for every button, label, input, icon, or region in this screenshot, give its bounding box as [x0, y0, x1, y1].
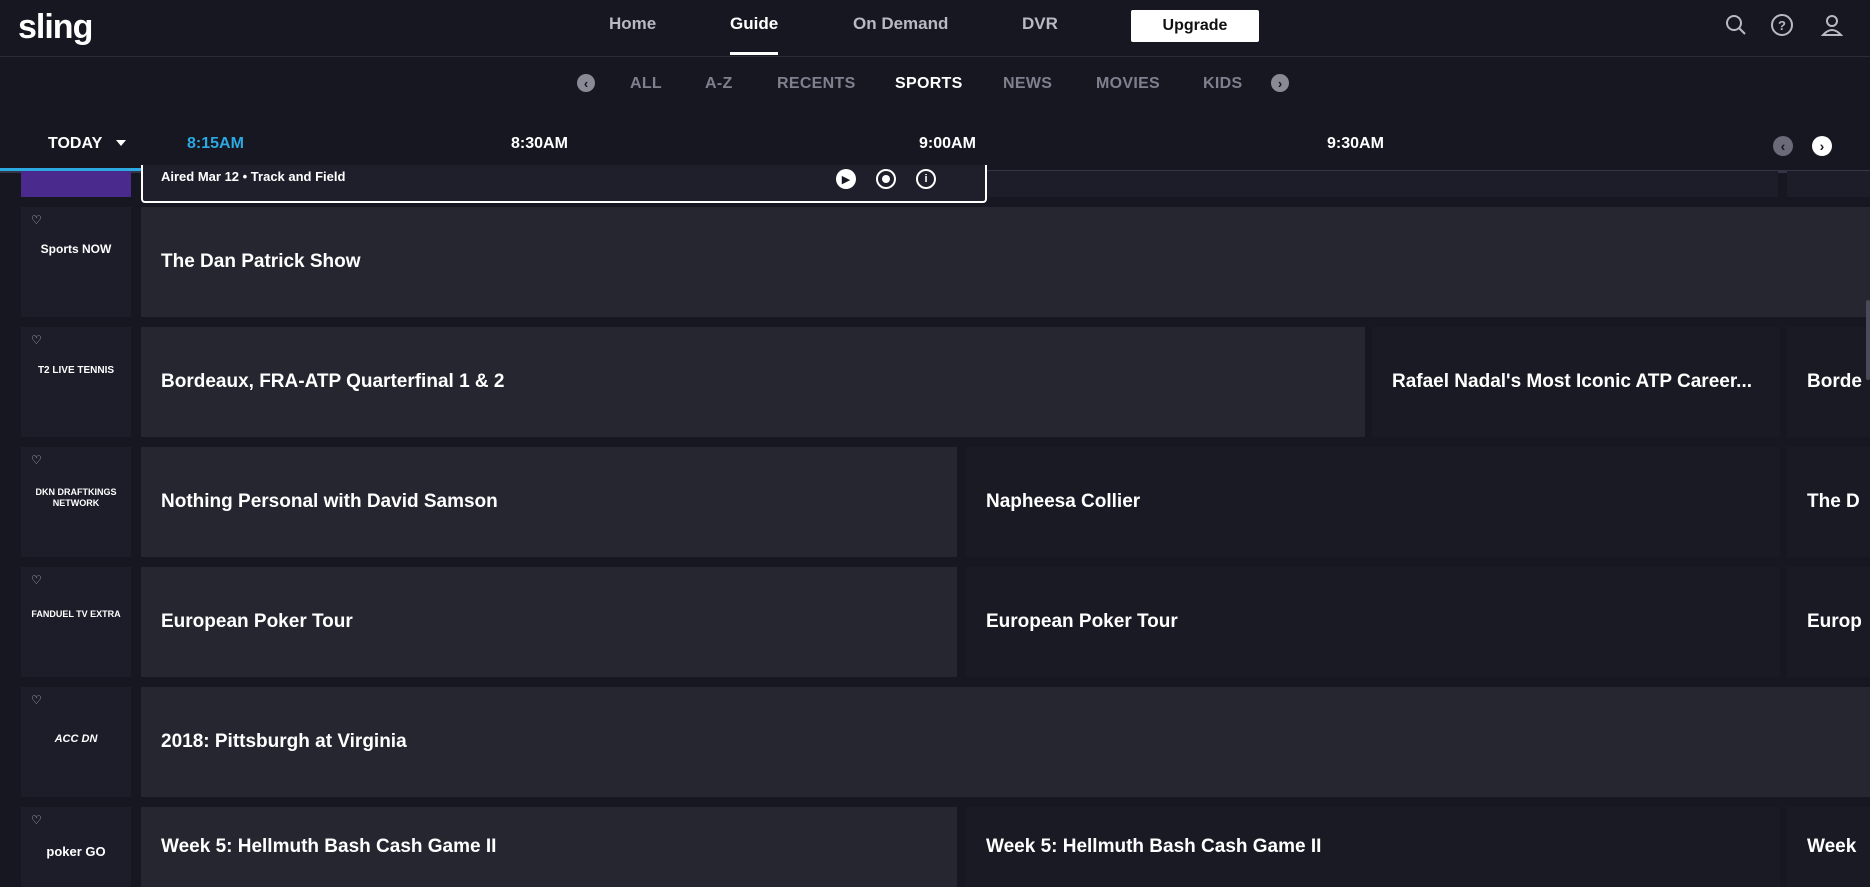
guide-row: ♡ FANDUEL TV EXTRA European Poker Tour E… [0, 567, 1870, 677]
favorite-heart-icon[interactable]: ♡ [31, 453, 42, 467]
guide-row: ♡ DKN DRAFTKINGS NETWORK Nothing Persona… [0, 447, 1870, 557]
category-next-arrow-icon[interactable]: › [1271, 74, 1289, 92]
program-cell[interactable]: Bordeaux, FRA-ATP Quarterfinal 1 & 2 [141, 327, 1365, 437]
favorite-heart-icon[interactable]: ♡ [31, 213, 42, 227]
program-cell[interactable]: Europ [1787, 567, 1870, 677]
channel-logo-sports-now: Sports NOW [40, 242, 112, 256]
search-icon[interactable] [1723, 12, 1749, 38]
program-cell[interactable]: European Poker Tour [966, 567, 1780, 677]
time-next-arrow-icon[interactable]: › [1812, 136, 1832, 156]
category-kids[interactable]: KIDS [1203, 75, 1242, 93]
channel-tile[interactable]: ♡ T2 LIVE TENNIS [21, 327, 131, 437]
top-nav-bar: sling Home Guide On Demand DVR Upgrade ? [0, 0, 1870, 57]
nav-dvr[interactable]: DVR [1022, 14, 1058, 34]
channel-logo-poker-go: poker GO [46, 844, 106, 859]
day-selector[interactable]: TODAY [48, 135, 102, 153]
chevron-down-icon[interactable] [116, 140, 126, 146]
program-cell[interactable]: Week [1787, 807, 1870, 887]
guide-row: ♡ T2 LIVE TENNIS Bordeaux, FRA-ATP Quart… [0, 327, 1870, 437]
partial-program-cell[interactable] [987, 171, 1778, 197]
category-all[interactable]: ALL [630, 75, 662, 93]
channel-tile[interactable]: ♡ FANDUEL TV EXTRA [21, 567, 131, 677]
time-slot-930: 9:30AM [1327, 135, 1384, 152]
time-prev-arrow-icon[interactable]: ‹ [1773, 136, 1793, 156]
record-icon[interactable] [876, 169, 896, 189]
channel-logo-t2-live-tennis: T2 LIVE TENNIS [37, 365, 115, 376]
program-cell[interactable]: Nothing Personal with David Samson [141, 447, 957, 557]
info-icon[interactable]: i [916, 169, 936, 189]
guide-row: ♡ poker GO Week 5: Hellmuth Bash Cash Ga… [0, 807, 1870, 887]
channel-logo-fanduel-tv-extra: FANDUEL TV EXTRA [31, 609, 121, 619]
category-news[interactable]: NEWS [1003, 75, 1052, 93]
help-icon[interactable]: ? [1769, 12, 1795, 38]
program-cell[interactable]: 2018: Pittsburgh at Virginia [141, 687, 1870, 797]
play-icon[interactable]: ▶ [836, 169, 856, 189]
program-cell[interactable]: Week 5: Hellmuth Bash Cash Game II [141, 807, 957, 887]
channel-logo-draftkings-network: DKN DRAFTKINGS NETWORK [35, 487, 117, 508]
category-sports[interactable]: SPORTS [895, 75, 963, 93]
category-prev-arrow-icon[interactable]: ‹ [577, 74, 595, 92]
svg-text:?: ? [1778, 18, 1786, 33]
favorite-heart-icon[interactable]: ♡ [31, 333, 42, 347]
category-bar: ‹ ALL A-Z RECENTS SPORTS NEWS MOVIES KID… [0, 57, 1870, 117]
channel-tile[interactable]: ♡ ACC DN [21, 687, 131, 797]
time-slot-900: 9:00AM [919, 135, 976, 152]
program-cell[interactable]: Week 5: Hellmuth Bash Cash Game II [966, 807, 1780, 887]
vertical-scrollbar[interactable] [1866, 300, 1870, 380]
nav-home[interactable]: Home [609, 14, 656, 34]
channel-tile[interactable]: ♡ poker GO [21, 807, 131, 887]
category-a-z[interactable]: A-Z [705, 75, 733, 93]
current-time: 8:15AM [187, 135, 244, 152]
channel-tile[interactable]: ♡ DKN DRAFTKINGS NETWORK [21, 447, 131, 557]
sling-logo[interactable]: sling [18, 8, 93, 47]
popup-airing-info: Aired Mar 12 • Track and Field [161, 169, 346, 184]
nav-active-underline [730, 52, 778, 55]
upgrade-button[interactable]: Upgrade [1131, 10, 1259, 42]
program-cell[interactable]: Napheesa Collier [966, 447, 1780, 557]
category-movies[interactable]: MOVIES [1096, 75, 1160, 93]
partial-channel-logo[interactable] [21, 171, 131, 197]
favorite-heart-icon[interactable]: ♡ [31, 573, 42, 587]
program-cell[interactable]: Rafael Nadal's Most Iconic ATP Career... [1372, 327, 1780, 437]
guide-row: ♡ ACC DN 2018: Pittsburgh at Virginia [0, 687, 1870, 797]
program-details-popup[interactable]: Aired Mar 12 • Track and Field ▶ i [141, 165, 987, 203]
time-slot-830: 8:30AM [511, 135, 568, 152]
logo-text: sling [18, 8, 93, 46]
favorite-heart-icon[interactable]: ♡ [31, 813, 42, 827]
program-cell[interactable]: The D [1787, 447, 1870, 557]
category-recents[interactable]: RECENTS [777, 75, 856, 93]
program-cell[interactable]: European Poker Tour [141, 567, 957, 677]
partial-program-cell[interactable] [1787, 171, 1870, 197]
nav-on-demand[interactable]: On Demand [853, 14, 948, 34]
channel-tile[interactable]: ♡ Sports NOW [21, 207, 131, 317]
account-icon[interactable] [1819, 12, 1845, 38]
nav-guide[interactable]: Guide [730, 14, 778, 34]
program-cell[interactable]: Borde [1787, 327, 1870, 437]
program-cell[interactable]: The Dan Patrick Show [141, 207, 1870, 317]
favorite-heart-icon[interactable]: ♡ [31, 693, 42, 707]
channel-logo-acc-dn: ACC DN [54, 733, 98, 745]
guide-row: ♡ Sports NOW The Dan Patrick Show [0, 207, 1870, 317]
